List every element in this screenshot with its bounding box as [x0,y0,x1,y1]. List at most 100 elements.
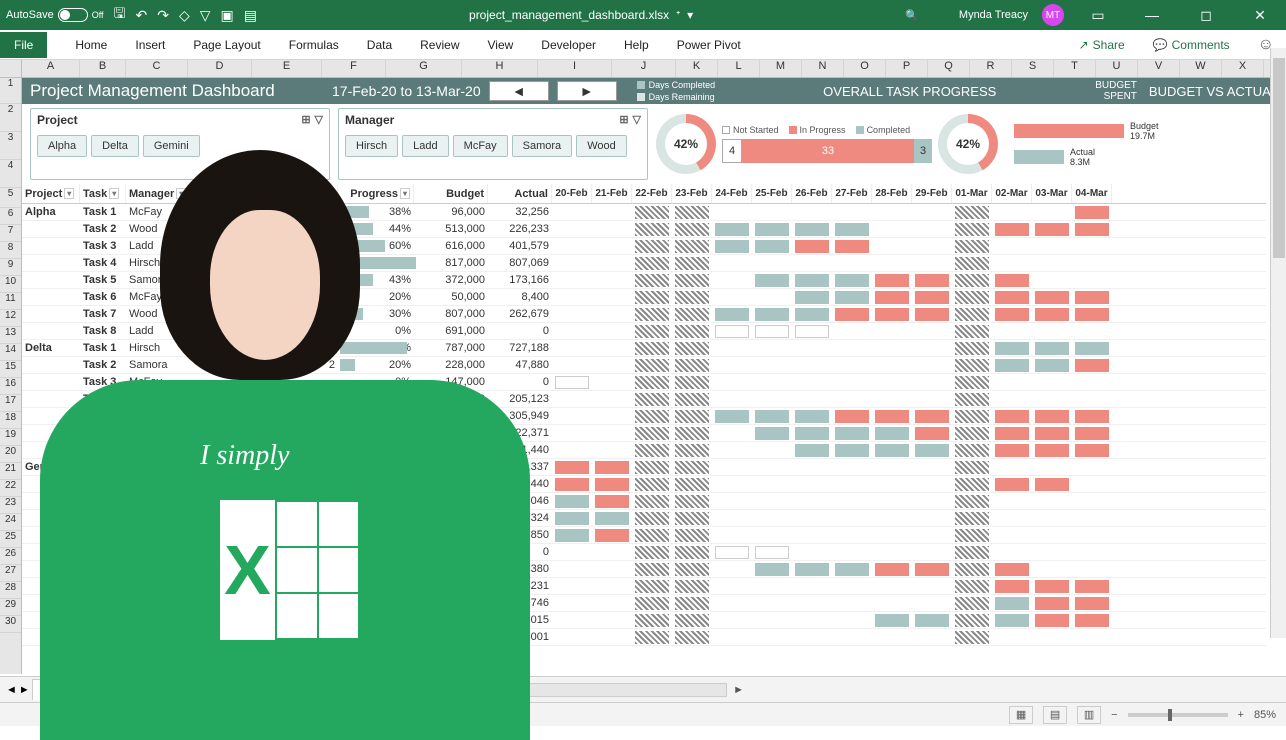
undo-icon[interactable]: ↶ [135,7,147,24]
add-sheet-button[interactable]: + [316,680,336,700]
table-row[interactable]: Task 4 Hirsch 3 100% 817,000 807,069 [22,255,1266,272]
multiselect-icon[interactable]: ⊞ [619,113,628,127]
table-row[interactable]: 25% 492,000 116,850 [22,527,1266,544]
slicer-item-ladd[interactable]: Ladd [402,135,448,157]
tab-review[interactable]: Review [420,38,459,52]
close-icon[interactable]: ✕ [1240,7,1280,24]
slicer-item-mcfay[interactable]: McFay [453,135,508,157]
table-row[interactable]: Task 6 McFay 2 10 2 20% 50,000 8,400 [22,289,1266,306]
table-row[interactable]: 50% 416,000 175,015 [22,612,1266,629]
slicer-manager[interactable]: Manager⊞▽ Hirsch Ladd McFay Samora Wood [338,108,648,180]
search-icon[interactable]: 🔍 [905,9,919,22]
th-actual[interactable]: Actual [488,184,552,203]
table-row[interactable]: Task 8 Ladd 24/0 3 0 0% 691,000 0 [22,323,1266,340]
save-icon[interactable]: 🖫 [114,3,126,27]
tab-data[interactable]: Data [367,38,392,52]
table-row[interactable]: 10% 562,000 74,746 [22,595,1266,612]
page-layout-view-icon[interactable]: ▤ [1043,706,1067,724]
user-name[interactable]: Mynda Treacy [959,9,1028,21]
row-headers[interactable]: 1234567891011121314151617181920212223242… [0,78,22,674]
table-row[interactable]: Task 2 Samora 2 20% 228,000 47,880 [22,357,1266,374]
share-button[interactable]: ↗ Share [1079,38,1125,52]
budget-vs-actual-chart: Budget19.7M Actual8.3M [1014,121,1159,167]
clear-filter-icon[interactable]: ▽ [633,113,641,127]
select-all-corner[interactable] [0,60,22,77]
table-row[interactable]: 33% 732,000 261,324 [22,510,1266,527]
table-row[interactable]: T 30% 857,000 305,949 [22,408,1266,425]
zoom-value[interactable]: 85% [1254,709,1276,721]
table-row[interactable]: 50% 990,000 451,440 [22,442,1266,459]
table-row[interactable]: 43% 180,000 79,380 [22,561,1266,578]
user-avatar[interactable]: MT [1042,4,1064,26]
multiselect-icon[interactable]: ⊞ [301,113,310,127]
th-progress[interactable]: Progress▾ [338,184,414,203]
slicer-item-samora[interactable]: Samora [512,135,573,157]
clear-filter-icon[interactable]: ▽ [315,113,323,127]
autosave-toggle[interactable]: AutoSave Off [6,8,104,22]
sheet-nav-first[interactable]: ◄ [6,684,17,696]
sheet-tab[interactable]: Dashboard Protection [168,679,296,700]
zoom-slider[interactable] [1128,713,1228,717]
tab-view[interactable]: View [488,38,514,52]
maximize-icon[interactable]: ◻ [1186,7,1226,24]
horizontal-scrollbar[interactable]: ◄► [350,683,750,697]
table-row[interactable]: Task 3 McFay 0% 147,000 0 [22,374,1266,391]
date-next-button[interactable]: ► [557,81,617,101]
tab-pagelayout[interactable]: Page Layout [193,38,260,52]
sheet-nav-prev[interactable]: ► [19,684,30,696]
th-manager[interactable]: Manager▾ [126,184,188,203]
tab-insert[interactable]: Insert [135,38,165,52]
zoom-in-button[interactable]: + [1238,709,1244,721]
slicer-item-alpha[interactable]: Alpha [37,135,87,157]
table-row[interactable]: 50% 602,000 322,371 [22,425,1266,442]
camera-icon[interactable]: ▣ [221,7,234,24]
table-row[interactable]: 30% 582,000 195,231 [22,578,1266,595]
page-break-view-icon[interactable]: ▥ [1077,706,1101,724]
table-row[interactable]: Task 3 Ladd 3 60% 616,000 401,579 [22,238,1266,255]
table-row[interactable]: Gemini 50% 218,000 97,337 [22,459,1266,476]
th-task[interactable]: Task▾ [80,184,126,203]
table-row[interactable]: Delta Task 1 Hirsch 2/03/2 9 8 89% 787,0… [22,340,1266,357]
tab-powerpivot[interactable]: Power Pivot [677,38,741,52]
th-dayscomp[interactable]: Days comp.▾ [262,184,338,203]
tab-home[interactable]: Home [75,38,107,52]
table-row[interactable]: Task 2 Wood 4 44% 513,000 226,233 [22,221,1266,238]
sheet-tab[interactable]: More Resources [64,679,167,700]
table-row[interactable]: 0% 86,000 31,046 [22,493,1266,510]
table-row[interactable]: Task 4 63% 338,000 205,123 [22,391,1266,408]
table-row[interactable]: Task 7 Wood 24/ 10 3 30% 807,000 262,679 [22,306,1266,323]
th-project[interactable]: Project▾ [22,184,80,203]
tab-formulas[interactable]: Formulas [289,38,339,52]
table-row[interactable]: 0% 188,000 0 [22,544,1266,561]
table-row[interactable]: 100% 293,000 273,001 [22,629,1266,646]
sheet-tab[interactable]: s [32,679,62,700]
slicer-project[interactable]: Project⊞▽ Alpha Delta Gemini [30,108,330,180]
filter-icon[interactable]: ▽ [200,7,211,24]
normal-view-icon[interactable]: ▦ [1009,706,1033,724]
tab-file[interactable]: File [0,32,47,58]
dashboard-title: Project Management Dashboard [22,81,332,101]
zoom-out-button[interactable]: − [1111,709,1117,721]
th-budget[interactable]: Budget [414,184,488,203]
slicer-item-gemini[interactable]: Gemini [143,135,200,157]
slicer-item-delta[interactable]: Delta [91,135,139,157]
table-row[interactable]: 50% 393,000 177,440 [22,476,1266,493]
vertical-scrollbar[interactable] [1270,48,1286,638]
tab-help[interactable]: Help [624,38,649,52]
minimize-icon[interactable]: — [1132,7,1172,23]
table-row[interactable]: Alpha Task 1 McFay 3 38% 96,000 32,256 [22,204,1266,221]
ribbon-display-icon[interactable]: ▭ [1078,7,1118,24]
comments-button[interactable]: 💬 Comments [1153,38,1230,52]
date-prev-button[interactable]: ◄ [489,81,549,101]
th-s[interactable]: S▾ [188,184,218,203]
tab-developer[interactable]: Developer [541,38,596,52]
th-ion[interactable]: ion▾ [218,184,262,203]
sheet-tabs-more[interactable]: ... [299,684,308,696]
doc-icon[interactable]: ▤ [244,7,257,24]
redo-icon[interactable]: ↷ [157,7,169,24]
table-row[interactable]: Task 5 Samora 3 43% 372,000 173,166 [22,272,1266,289]
slicer-item-hirsch[interactable]: Hirsch [345,135,398,157]
column-headers[interactable]: A B C D E F G H I J K L M N O P Q R S T … [0,60,1286,78]
slicer-item-wood[interactable]: Wood [576,135,627,157]
eraser-icon[interactable]: ◇ [179,7,190,24]
